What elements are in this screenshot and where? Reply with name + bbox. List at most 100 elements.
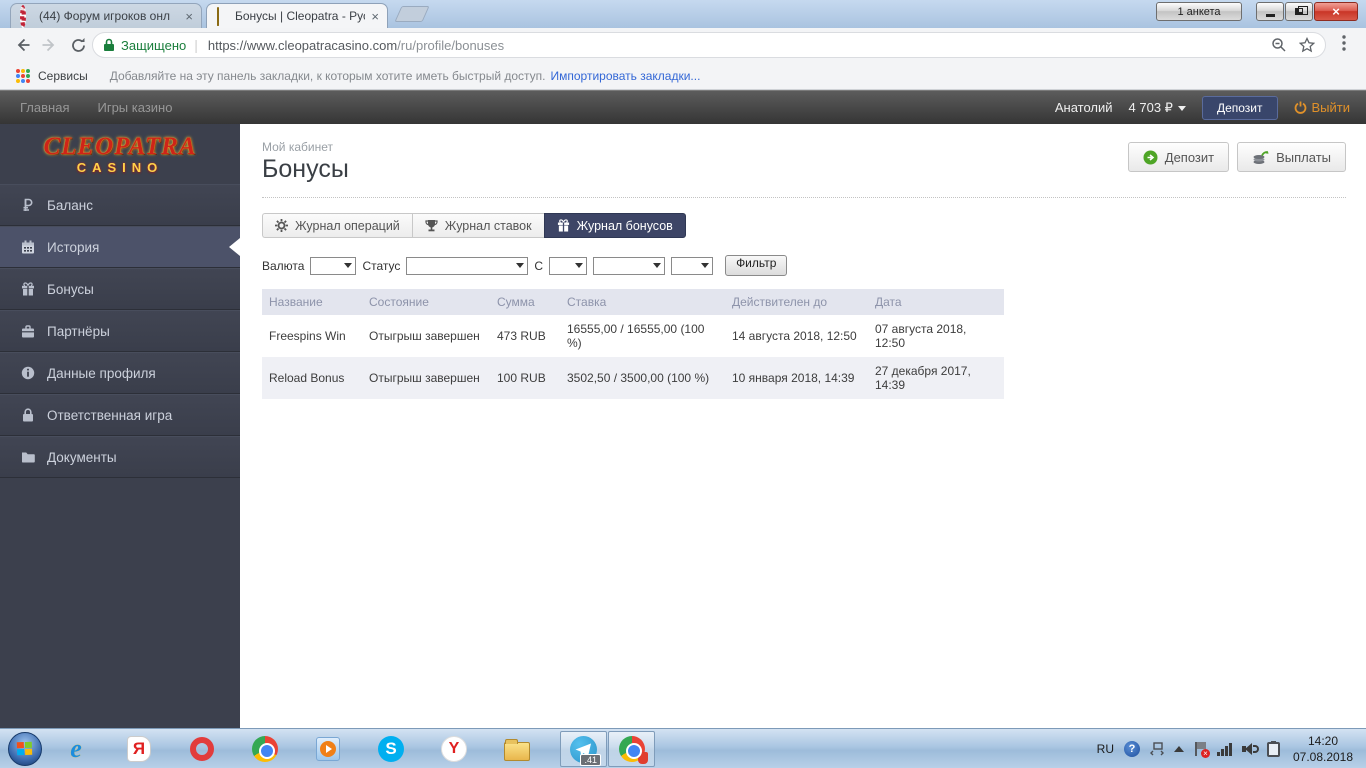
file-explorer-icon[interactable] bbox=[503, 735, 531, 763]
bookmarks-bar: Сервисы Добавляйте на эту панель закладк… bbox=[0, 62, 1366, 90]
bookmarks-apps-label[interactable]: Сервисы bbox=[38, 69, 88, 83]
nav-deposit-button[interactable]: Депозит bbox=[1201, 95, 1278, 120]
chevron-down-icon bbox=[516, 263, 525, 268]
yandex-browser-icon[interactable]: Я bbox=[125, 735, 153, 763]
tab-close-icon[interactable]: × bbox=[183, 10, 195, 23]
chevron-down-icon bbox=[1177, 105, 1186, 111]
address-bar[interactable]: Защищено | https://www.cleopatracasino.c… bbox=[92, 32, 1326, 58]
logout-button[interactable]: Выйти bbox=[1294, 100, 1350, 115]
browser-toolbar: Защищено | https://www.cleopatracasino.c… bbox=[0, 28, 1366, 62]
bonuses-table: Название Состояние Сумма Ставка Действит… bbox=[262, 289, 1004, 399]
import-bookmarks-link[interactable]: Импортировать закладки... bbox=[551, 69, 701, 83]
nav-link-home[interactable]: Главная bbox=[20, 100, 69, 115]
zoom-icon[interactable] bbox=[1271, 37, 1287, 53]
close-button[interactable]: × bbox=[1314, 2, 1358, 21]
site-navbar: Главная Игры казино Анатолий 4 703 ₽ Деп… bbox=[0, 90, 1366, 124]
power-icon bbox=[1294, 101, 1306, 114]
filter-button[interactable]: Фильтр bbox=[725, 255, 788, 276]
anketa-window-button[interactable]: 1 анкета bbox=[1156, 2, 1242, 21]
tab-bets-journal[interactable]: Журнал ставок bbox=[411, 213, 544, 238]
window-switch-icon[interactable] bbox=[1150, 742, 1164, 756]
gift-icon bbox=[557, 219, 569, 232]
chrome-icon bbox=[618, 736, 648, 764]
chrome-taskbar-button[interactable] bbox=[608, 731, 655, 767]
sidebar-item-balance[interactable]: Баланс bbox=[0, 184, 240, 226]
site-logo[interactable]: CLEOPATRA CASINO bbox=[0, 124, 240, 184]
chrome-icon[interactable] bbox=[251, 735, 279, 763]
action-center-flag-icon[interactable]: × bbox=[1194, 742, 1210, 758]
col-amount: Сумма bbox=[490, 289, 560, 315]
coins-icon bbox=[1253, 150, 1269, 164]
cell-valid-until: 10 января 2018, 14:39 bbox=[725, 357, 868, 399]
balance-dropdown[interactable]: 4 703 ₽ bbox=[1129, 100, 1186, 116]
currency-select[interactable] bbox=[310, 256, 357, 275]
logo-line2: CASINO bbox=[76, 159, 164, 175]
refresh-icon[interactable] bbox=[64, 31, 92, 59]
browser-titlebar: (44) Форум игроков онл × Бонусы | Cleopa… bbox=[0, 0, 1366, 28]
ruble-icon bbox=[20, 198, 35, 212]
lock-icon bbox=[104, 38, 114, 51]
sidebar-item-partners[interactable]: Партнёры bbox=[0, 310, 240, 352]
lock-icon bbox=[20, 408, 35, 422]
bookmarks-hint: Добавляйте на эту панель закладки, к кот… bbox=[109, 68, 546, 83]
clipboard-icon[interactable] bbox=[1267, 740, 1280, 757]
username[interactable]: Анатолий bbox=[1055, 100, 1113, 115]
sidebar-item-bonuses[interactable]: Бонусы bbox=[0, 268, 240, 310]
sidebar-item-history[interactable]: История bbox=[0, 226, 240, 268]
opera-icon[interactable] bbox=[188, 735, 216, 763]
notification-badge: .41 bbox=[580, 753, 601, 766]
bookmark-star-icon[interactable] bbox=[1299, 37, 1315, 53]
cell-date: 07 августа 2018, 12:50 bbox=[868, 315, 1004, 357]
back-icon[interactable] bbox=[8, 31, 36, 59]
system-tray: RU ? × bbox=[1097, 729, 1280, 768]
clock[interactable]: 14:20 07.08.2018 bbox=[1284, 733, 1362, 765]
apps-grid-icon[interactable] bbox=[16, 68, 30, 83]
from-month-select[interactable] bbox=[593, 256, 666, 275]
start-button[interactable] bbox=[8, 732, 42, 766]
tab-close-icon[interactable]: × bbox=[369, 10, 381, 23]
tab-bonuses-journal[interactable]: Журнал бонусов bbox=[543, 213, 686, 238]
hidden-icons-arrow[interactable] bbox=[1174, 746, 1184, 752]
new-tab-button[interactable] bbox=[394, 6, 430, 22]
skype-icon[interactable]: S bbox=[377, 735, 405, 763]
media-player-icon[interactable] bbox=[314, 735, 342, 763]
nav-link-games[interactable]: Игры казино bbox=[97, 100, 172, 115]
status-select[interactable] bbox=[406, 256, 529, 275]
gift-icon bbox=[20, 282, 35, 296]
sidebar-item-profile[interactable]: Данные профиля bbox=[0, 352, 240, 394]
divider bbox=[262, 197, 1346, 198]
tray-time: 14:20 bbox=[1307, 734, 1339, 748]
minimize-button[interactable] bbox=[1256, 2, 1284, 21]
browser-tab-forum[interactable]: (44) Форум игроков онл × bbox=[10, 3, 202, 28]
journal-tabs: Журнал операций Журнал ставок Журнал бон… bbox=[262, 213, 1346, 238]
tab-title: Бонусы | Cleopatra - Рус bbox=[235, 9, 366, 23]
internet-explorer-icon[interactable]: e bbox=[62, 734, 90, 763]
tab-operations-journal[interactable]: Журнал операций bbox=[262, 213, 412, 238]
forward-icon[interactable] bbox=[36, 31, 64, 59]
sidebar-item-documents[interactable]: Документы bbox=[0, 436, 240, 478]
cell-state: Отыгрыш завершен bbox=[362, 315, 490, 357]
folder-icon bbox=[20, 451, 35, 463]
screen: (44) Форум игроков онл × Бонусы | Cleopa… bbox=[0, 0, 1366, 768]
from-year-select[interactable] bbox=[671, 256, 714, 275]
browser-tab-bonuses[interactable]: Бонусы | Cleopatra - Рус × bbox=[206, 3, 388, 28]
restore-button[interactable] bbox=[1285, 2, 1313, 21]
yandex-icon[interactable]: Y bbox=[440, 735, 468, 763]
network-icon[interactable] bbox=[1217, 742, 1232, 756]
tab-title: (44) Форум игроков онл bbox=[39, 9, 170, 23]
chevron-down-icon bbox=[653, 263, 662, 268]
briefcase-icon bbox=[20, 324, 35, 338]
telegram-icon: .41 bbox=[570, 735, 601, 766]
deposit-icon bbox=[1143, 150, 1158, 164]
payouts-button[interactable]: Выплаты bbox=[1237, 142, 1346, 172]
cell-name: Freespins Win bbox=[262, 315, 362, 357]
language-indicator[interactable]: RU bbox=[1097, 742, 1114, 756]
deposit-button[interactable]: Депозит bbox=[1127, 142, 1230, 172]
from-day-select[interactable] bbox=[549, 256, 588, 275]
sidebar-item-responsible-gaming[interactable]: Ответственная игра bbox=[0, 394, 240, 436]
help-icon[interactable]: ? bbox=[1124, 741, 1140, 757]
telegram-taskbar-button[interactable]: .41 bbox=[560, 731, 607, 767]
notification-badge bbox=[637, 752, 648, 764]
browser-menu-icon[interactable] bbox=[1336, 34, 1352, 57]
volume-icon[interactable] bbox=[1242, 742, 1259, 756]
